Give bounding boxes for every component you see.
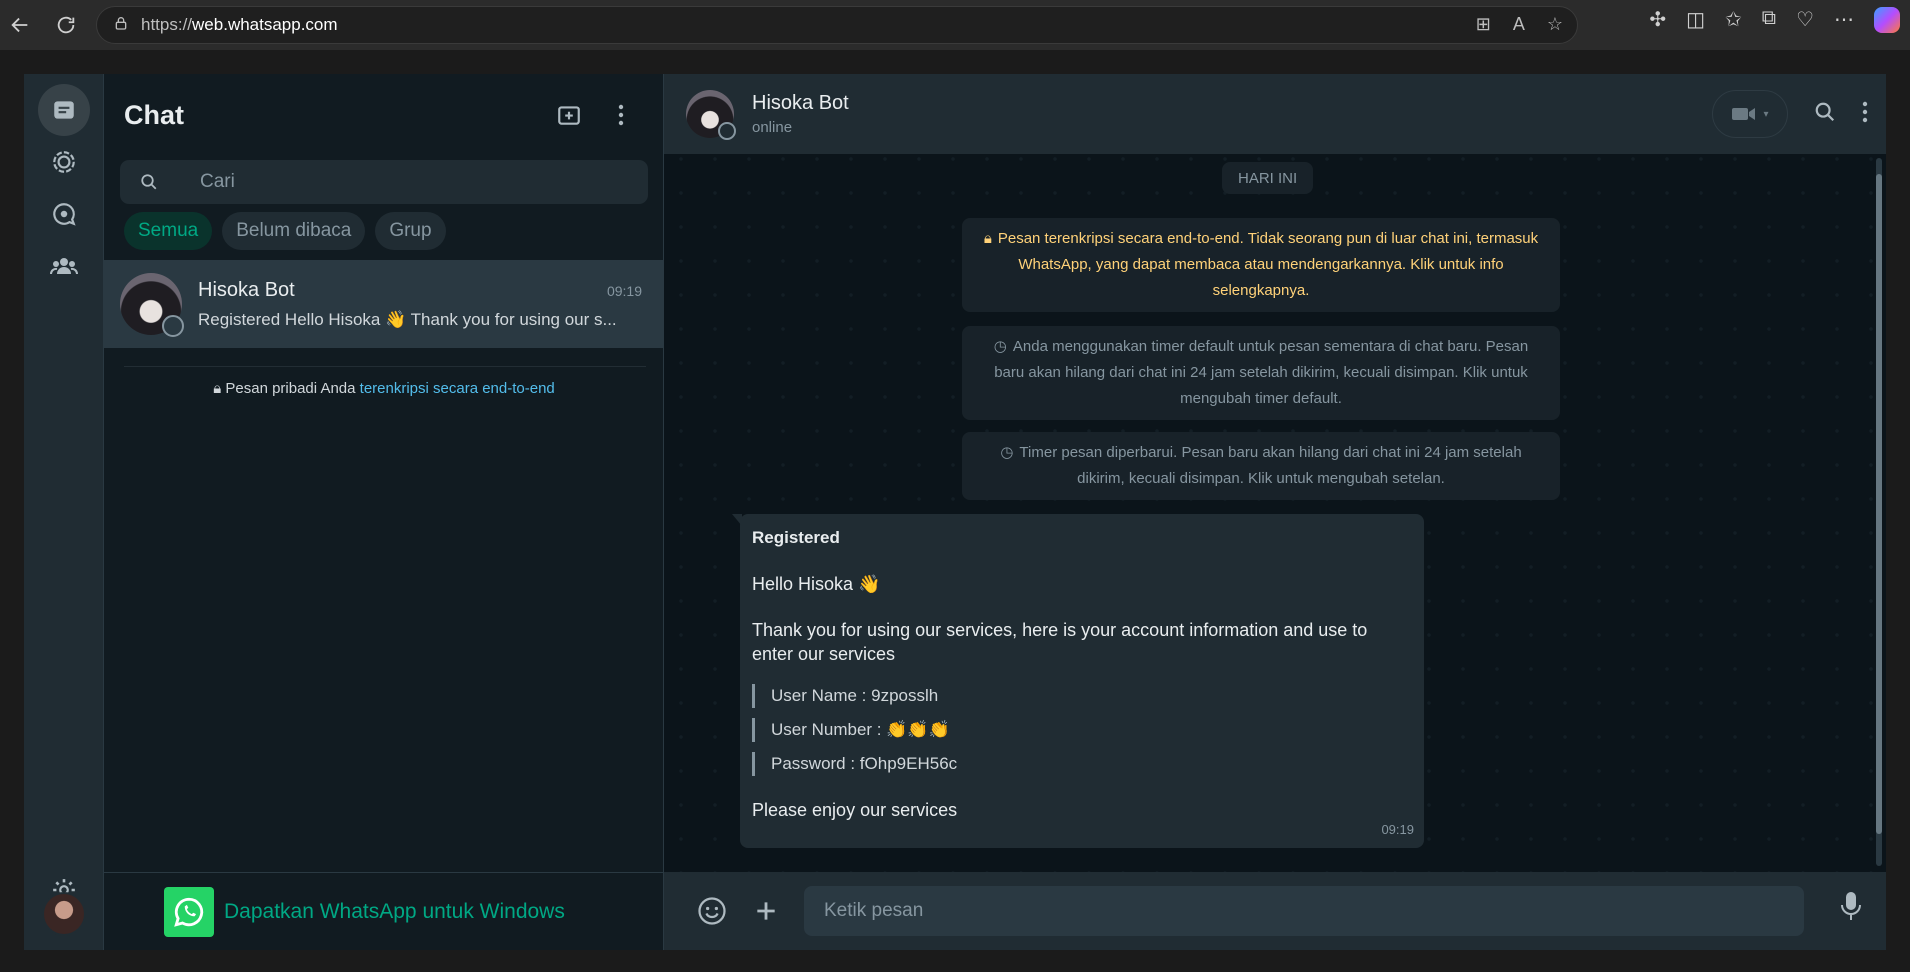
avatar xyxy=(120,273,184,337)
contact-name: Hisoka Bot xyxy=(752,92,849,114)
reload-icon[interactable] xyxy=(48,7,84,43)
split-screen-icon[interactable]: ◫ xyxy=(1686,7,1705,33)
scrollbar-thumb[interactable] xyxy=(1876,174,1882,834)
communities-icon[interactable] xyxy=(38,240,90,292)
attach-plus-icon[interactable] xyxy=(744,889,788,933)
read-aloud-icon[interactable]: A xyxy=(1513,14,1525,35)
message-greeting: Hello Hisoka 👋 xyxy=(752,574,881,594)
browser-toolbar: https://web.whatsapp.com ⊞ A ☆ ✣ ◫ ✩ ⧉ ♡… xyxy=(0,0,1910,50)
search-icon[interactable] xyxy=(1814,101,1836,128)
menu-icon[interactable] xyxy=(1862,101,1868,128)
download-link[interactable]: Dapatkan WhatsApp untuk Windows xyxy=(224,900,565,924)
microphone-icon[interactable] xyxy=(1840,890,1862,927)
lock-icon: 🔒︎ xyxy=(983,230,992,247)
chat-row-body: Hisoka Bot 09:19 Registered Hello Hisoka… xyxy=(198,279,642,330)
chat-list-header: Chat xyxy=(104,74,663,156)
system-message-timer-updated[interactable]: ◷ Timer pesan diperbarui. Pesan baru akan… xyxy=(962,432,1560,500)
page-title: Chat xyxy=(124,99,184,130)
chat-preview: Registered Hello Hisoka 👋 Thank you for … xyxy=(198,309,617,329)
contact-info[interactable]: Hisoka Bot online xyxy=(752,92,849,136)
account-number: User Number : 👏👏👏 xyxy=(752,718,1412,742)
chats-icon[interactable] xyxy=(38,84,90,136)
filter-groups[interactable]: Grup xyxy=(375,212,446,250)
address-actions: ⊞ A ☆ xyxy=(1476,14,1563,35)
whatsapp-logo-icon xyxy=(164,886,214,937)
timer-icon: ◷ xyxy=(993,338,1007,355)
avatar[interactable] xyxy=(686,90,736,140)
message-title: Registered xyxy=(752,528,840,547)
system-message-encryption[interactable]: 🔒︎ Pesan terenkripsi secara end-to-end. T… xyxy=(962,218,1560,312)
chevron-down-icon: ▾ xyxy=(1763,108,1769,120)
search-icon xyxy=(120,173,178,191)
disappearing-timer-icon xyxy=(718,122,736,140)
favorites-icon[interactable]: ✩ xyxy=(1725,7,1742,33)
message-time: 09:19 xyxy=(1381,822,1414,837)
date-separator: HARI INI xyxy=(1222,162,1314,194)
message-input[interactable] xyxy=(804,886,1804,936)
video-call-button[interactable]: ▾ xyxy=(1712,90,1788,138)
conversation-header: Hisoka Bot online ▾ xyxy=(664,74,1886,154)
app-available-icon[interactable]: ⊞ xyxy=(1476,14,1491,35)
search-input[interactable] xyxy=(178,171,648,193)
copilot-icon[interactable] xyxy=(1874,7,1900,33)
chat-list-panel: Chat Semua Belum dibaca Grup xyxy=(104,74,664,950)
favorite-star-icon[interactable]: ☆ xyxy=(1547,14,1563,35)
address-bar[interactable]: https://web.whatsapp.com ⊞ A ☆ xyxy=(96,6,1578,44)
divider xyxy=(124,366,646,367)
filter-all[interactable]: Semua xyxy=(124,212,213,250)
account-password: Password : fOhp9EH56c xyxy=(752,752,1412,776)
incoming-message[interactable]: Registered Hello Hisoka 👋 Thank you for … xyxy=(732,514,1424,848)
channels-icon[interactable] xyxy=(38,188,90,240)
status-icon[interactable] xyxy=(38,136,90,188)
chat-name: Hisoka Bot xyxy=(198,278,295,301)
chat-time: 09:19 xyxy=(606,282,642,299)
account-username: User Name : 9zposslh xyxy=(752,684,1412,708)
conversation-actions: ▾ xyxy=(1712,90,1868,138)
list-item[interactable]: Hisoka Bot 09:19 Registered Hello Hisoka… xyxy=(104,260,664,348)
timer-icon: ◷ xyxy=(1000,444,1014,461)
nav-rail xyxy=(24,74,104,950)
system-message-timer-default[interactable]: ◷ Anda menggunakan timer default untuk pe… xyxy=(962,326,1560,420)
disappearing-timer-icon xyxy=(162,315,184,337)
contact-status: online xyxy=(752,119,793,136)
url-text: https://web.whatsapp.com xyxy=(141,15,338,34)
download-banner[interactable]: Dapatkan WhatsApp untuk Windows xyxy=(104,872,664,950)
collections-icon[interactable]: ⧉ xyxy=(1762,7,1776,33)
message-composer xyxy=(664,872,1886,950)
whatsapp-app: Chat Semua Belum dibaca Grup xyxy=(24,74,1886,950)
conversation-panel: Hisoka Bot online ▾ HARI INI 🔒︎ Pesan ter… xyxy=(664,74,1886,950)
new-chat-icon[interactable] xyxy=(549,95,589,135)
message-body: Thank you for using our services, here i… xyxy=(752,620,1368,664)
message-closing: Please enjoy our services xyxy=(752,800,958,820)
lock-icon: 🔒︎ xyxy=(213,380,222,397)
back-icon[interactable] xyxy=(2,7,38,43)
lock-icon xyxy=(113,15,129,36)
encryption-note: 🔒︎ Pesan pribadi Anda terenkripsi secara… xyxy=(213,380,555,397)
profile-avatar[interactable] xyxy=(42,892,86,936)
menu-icon[interactable] xyxy=(601,95,641,135)
browser-tools: ✣ ◫ ✩ ⧉ ♡ ⋯ xyxy=(1649,7,1900,33)
more-menu-icon[interactable]: ⋯ xyxy=(1834,7,1854,33)
encryption-link[interactable]: terenkripsi secara end-to-end xyxy=(360,380,555,397)
filter-chips: Semua Belum dibaca Grup xyxy=(124,212,446,250)
filter-unread[interactable]: Belum dibaca xyxy=(222,212,366,250)
emoji-icon[interactable] xyxy=(690,889,734,933)
extensions-icon[interactable]: ✣ xyxy=(1649,7,1666,33)
search-box xyxy=(120,160,648,204)
health-icon[interactable]: ♡ xyxy=(1796,7,1814,33)
